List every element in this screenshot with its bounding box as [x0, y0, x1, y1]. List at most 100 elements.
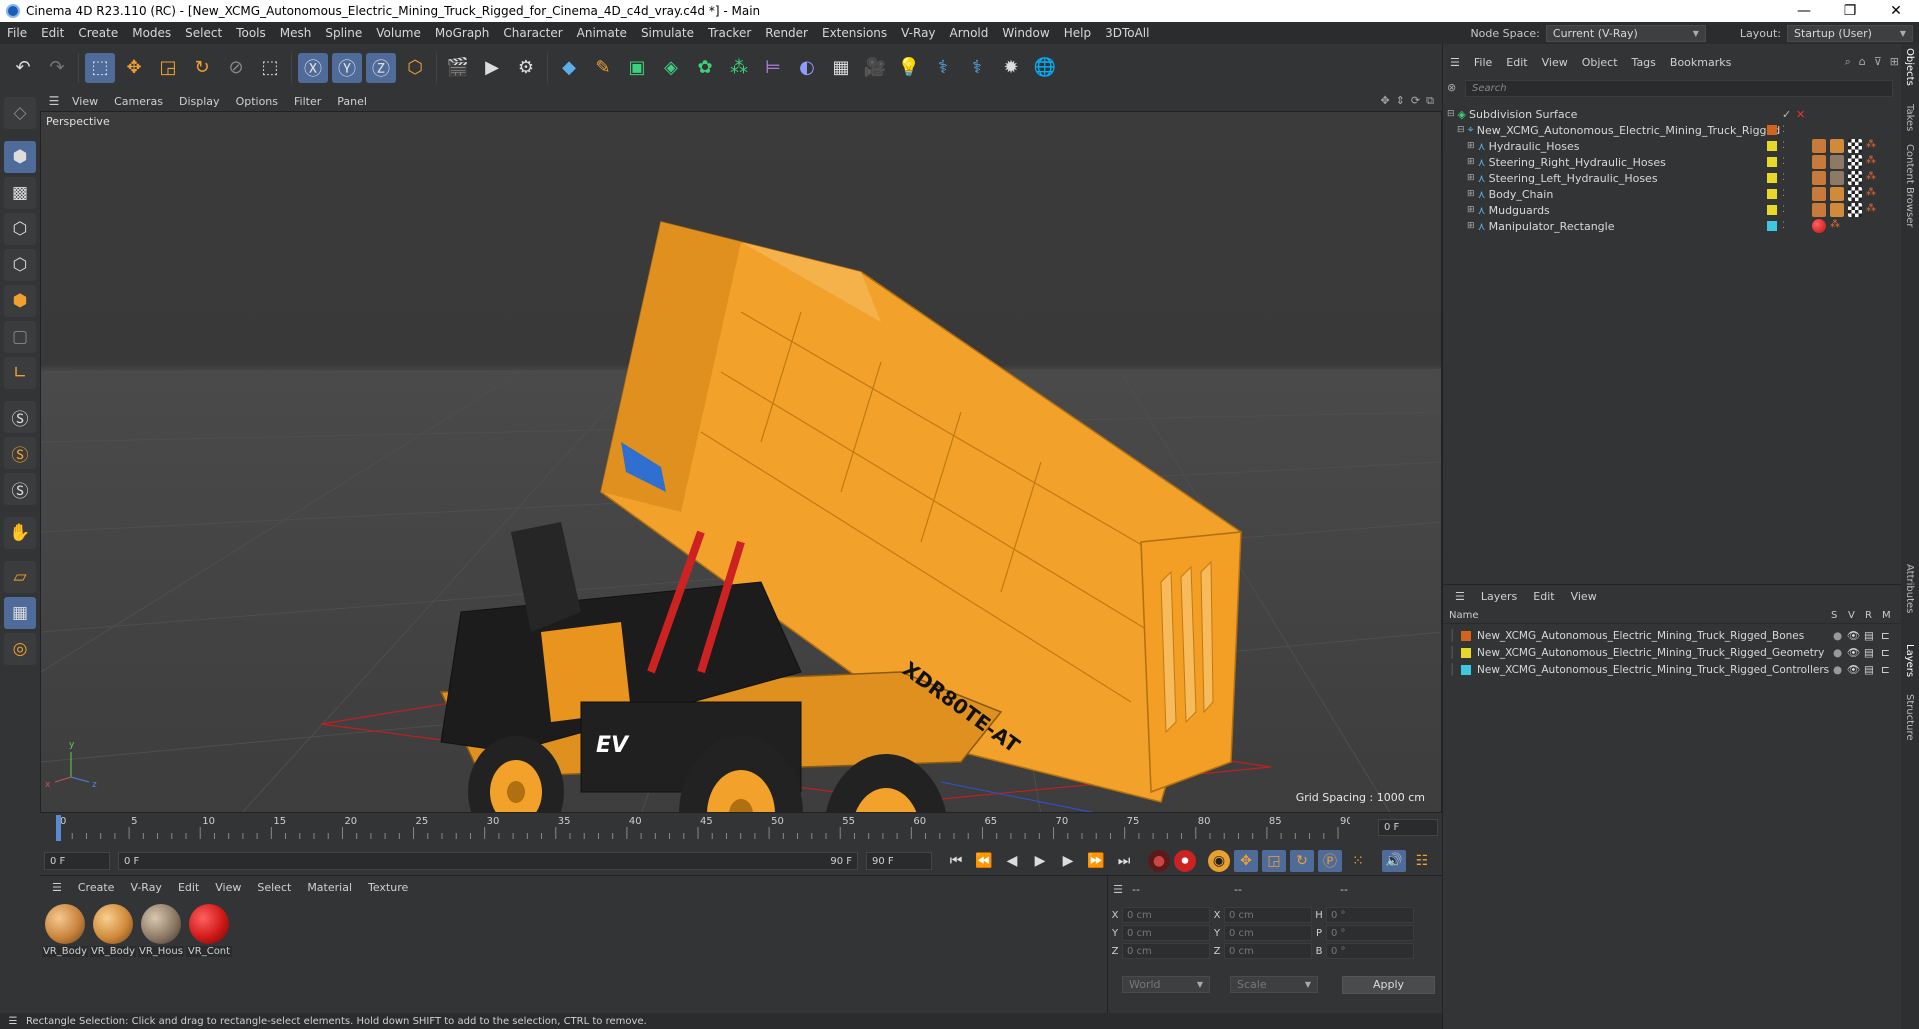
collapse-icon[interactable]: ⊟ [1457, 125, 1465, 135]
filter-icon[interactable]: ⊽ [1874, 55, 1882, 69]
hamburger-menu-icon[interactable]: ☰ [44, 881, 70, 894]
solo-dot-icon[interactable]: ● [1833, 664, 1842, 676]
dolly-view-icon[interactable]: ⇕ [1396, 94, 1405, 108]
menu-vray[interactable]: V-Ray [894, 26, 942, 40]
menu-mesh[interactable]: Mesh [273, 26, 319, 40]
material-menu-select[interactable]: Select [249, 881, 299, 894]
material-tag-icon[interactable] [1812, 171, 1826, 185]
start-frame-field[interactable]: 0 F [44, 852, 110, 870]
coordinate-system-button[interactable]: ⬡ [400, 53, 430, 83]
size-mode-dropdown[interactable]: Scale ▼ [1230, 976, 1318, 993]
render-picture-viewer-button[interactable]: ▶ [477, 53, 507, 83]
object-search-input[interactable]: Search [1465, 80, 1893, 97]
perspective-viewport[interactable]: XDR80TE-AT EV y x z Perspective Grid Spa… [40, 111, 1442, 813]
points-mode-button[interactable]: ⬡ [4, 213, 36, 245]
end-frame-field[interactable]: 90 F [866, 852, 932, 870]
menu-spline[interactable]: Spline [318, 26, 369, 40]
y-axis-lock-icon[interactable]: Ⓨ [332, 52, 362, 83]
maximize-view-icon[interactable]: ⧉ [1426, 94, 1434, 108]
vray-tag-icon[interactable]: ⁂ [1866, 203, 1880, 217]
viewport-menu-panel[interactable]: Panel [329, 95, 375, 108]
layer-color-swatch[interactable] [1767, 189, 1777, 199]
camera-button[interactable]: 🎥 [860, 53, 890, 83]
solo-button[interactable]: ◎ [4, 633, 36, 665]
layer-row-controllers[interactable]: │ New_XCMG_Autonomous_Electric_Mining_Tr… [1443, 661, 1902, 678]
close-button[interactable]: ✕ [1873, 3, 1919, 19]
layer-color-swatch[interactable] [1461, 630, 1471, 641]
vray-tag-icon[interactable]: ⁂ [1866, 171, 1880, 185]
solo-dot-icon[interactable]: ● [1833, 630, 1842, 642]
size-z-field[interactable]: 0 cm [1224, 943, 1312, 959]
manager-icon[interactable]: ⊏ [1881, 664, 1890, 676]
menu-simulate[interactable]: Simulate [634, 26, 701, 40]
recent-tool-button[interactable]: ⊘ [221, 53, 251, 83]
layer-color-swatch[interactable] [1767, 125, 1777, 135]
material-tag-icon[interactable] [1812, 187, 1826, 201]
tab-content-browser[interactable]: Content Browser [1904, 144, 1915, 227]
record-active-objects-button[interactable]: ● [1148, 850, 1170, 872]
material-tag-icon[interactable] [1830, 203, 1844, 217]
material-menu-edit[interactable]: Edit [170, 881, 207, 894]
play-button[interactable]: ▶ [1028, 850, 1052, 872]
current-frame-field[interactable]: 0 F [1378, 819, 1438, 836]
layer-color-swatch[interactable] [1767, 157, 1777, 167]
timeline-ruler[interactable]: 0 5 10 15 20 25 30 35 40 45 50 55 60 65 70 75 80 85 90 0 F [40, 813, 1442, 847]
python-script-button[interactable]: ⚕ [928, 53, 958, 83]
layer-menu-layers[interactable]: Layers [1473, 590, 1525, 603]
scale-tool-button[interactable]: ◲ [153, 53, 183, 83]
field-button[interactable]: ◐ [792, 53, 822, 83]
position-z-field[interactable]: 0 cm [1122, 943, 1210, 959]
disabled-x-icon[interactable]: ✕ [1796, 108, 1805, 121]
layout-dropdown[interactable]: Startup (User) ▼ [1787, 24, 1913, 42]
visibility-dots-icon[interactable]: ⁚ [1782, 173, 1785, 183]
menu-tools[interactable]: Tools [229, 26, 273, 40]
pen-spline-button[interactable]: ✎ [588, 53, 618, 83]
cloner-button[interactable]: ✿ [690, 53, 720, 83]
manager-icon[interactable]: ⊏ [1881, 647, 1890, 659]
tab-attributes[interactable]: Attributes [1904, 564, 1915, 613]
menu-file[interactable]: File [0, 26, 34, 40]
viewport-menu-options[interactable]: Options [228, 95, 286, 108]
redo-button[interactable]: ↷ [42, 53, 72, 83]
deformer-bend-button[interactable]: ⊨ [758, 53, 788, 83]
edges-mode-button[interactable]: ⬡ [4, 249, 36, 281]
layer-row-bones[interactable]: │ New_XCMG_Autonomous_Electric_Mining_Tr… [1443, 627, 1902, 644]
eye-icon[interactable]: 👁 [1847, 629, 1860, 642]
next-frame-button[interactable]: ▶ [1056, 850, 1080, 872]
hamburger-menu-icon[interactable]: ☰ [0, 1016, 26, 1027]
material-tag-icon[interactable] [1812, 203, 1826, 217]
menu-volume[interactable]: Volume [369, 26, 428, 40]
expand-icon[interactable]: ⊞ [1467, 189, 1475, 199]
collapse-icon[interactable]: ⊟ [1447, 109, 1455, 119]
minimize-button[interactable]: — [1781, 3, 1827, 19]
snap-settings-button[interactable]: Ⓢ [4, 437, 36, 469]
vray-tag-icon[interactable]: ⁂ [1866, 187, 1880, 201]
menu-mograph[interactable]: MoGraph [428, 26, 497, 40]
menu-animate[interactable]: Animate [570, 26, 634, 40]
layer-menu-view[interactable]: View [1563, 590, 1605, 603]
tab-structure[interactable]: Structure [1904, 694, 1915, 741]
vray-tag-icon[interactable]: ⁂ [1866, 155, 1880, 169]
menu-character[interactable]: Character [496, 26, 569, 40]
material-menu-create[interactable]: Create [70, 881, 123, 894]
position-y-field[interactable]: 0 cm [1122, 925, 1210, 941]
next-key-button[interactable]: ⏩ [1084, 850, 1108, 872]
keyframe-selection-button[interactable]: ◉ [1208, 850, 1230, 872]
material-tag-icon[interactable] [1812, 155, 1826, 169]
extrude-generator-button[interactable]: ◈ [656, 53, 686, 83]
rotate-view-icon[interactable]: ⟳ [1411, 94, 1420, 108]
material-menu-texture[interactable]: Texture [360, 881, 416, 894]
object-menu-edit[interactable]: Edit [1499, 56, 1534, 69]
polygons-mode-button[interactable]: ⬢ [4, 285, 36, 317]
material-swatch[interactable]: VR_Body [90, 904, 136, 957]
texture-mode-button[interactable]: ▩ [4, 177, 36, 209]
vray-environment-button[interactable]: 🌐 [1030, 53, 1060, 83]
layer-color-swatch[interactable] [1461, 647, 1471, 658]
render-icon[interactable]: ▤ [1864, 647, 1874, 659]
move-tool-button[interactable]: ✥ [119, 53, 149, 83]
material-swatch[interactable]: VR_Cont [186, 904, 232, 957]
menu-tracker[interactable]: Tracker [701, 26, 758, 40]
material-tag-icon[interactable] [1812, 219, 1826, 233]
render-view-button[interactable]: 🎬 [443, 53, 473, 83]
texture-tag-icon[interactable] [1848, 203, 1862, 217]
